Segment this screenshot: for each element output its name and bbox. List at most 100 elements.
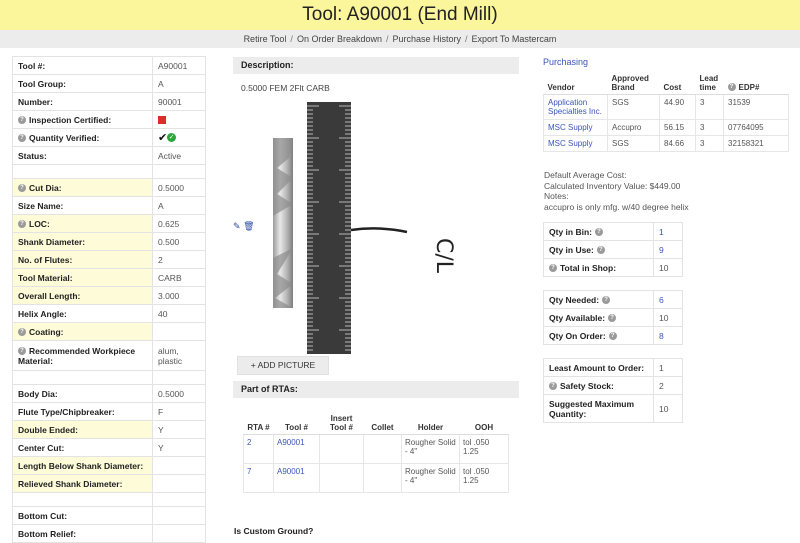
help-icon[interactable]: ? [602, 296, 611, 305]
rta-cell[interactable]: 7 [243, 463, 274, 493]
qty-value-text[interactable]: 1 [659, 227, 664, 237]
qty-row: Qty Available:? 10 [543, 308, 683, 327]
rta-cell: Rougher Solid - 4" [401, 434, 460, 464]
rta-cell: Rougher Solid - 4" [401, 463, 460, 493]
help-icon[interactable]: ? [608, 314, 617, 323]
vendor-cell: SGS [607, 134, 660, 152]
vendor-column-header: Lead time [695, 68, 724, 95]
property-value-text: 3.000 [158, 290, 180, 301]
property-value-text: 0.5000 [158, 182, 184, 193]
rta-column-header: Holder [401, 412, 460, 435]
rta-column-header: Insert Tool # [319, 412, 364, 435]
help-icon[interactable]: ? [608, 332, 617, 341]
rta-cell [319, 434, 364, 464]
qty-row: ? Safety Stock: 2 [543, 376, 683, 395]
property-value: F [152, 402, 206, 421]
nav-link[interactable]: On Order Breakdown [297, 34, 382, 44]
help-icon[interactable]: ? [18, 184, 26, 193]
qty-label-text: Qty in Bin: [549, 226, 592, 237]
property-label: Double Ended: [12, 420, 153, 439]
help-icon[interactable]: ? [727, 83, 736, 92]
vendor-cell[interactable]: MSC Supply [543, 118, 608, 136]
pencil-icon[interactable]: ✎ [233, 221, 241, 231]
property-value-text: 2 [158, 254, 163, 265]
vendor-column-header-text: Vendor [547, 82, 575, 92]
rta-column-header: Collet [363, 412, 402, 435]
qty-value: 10 [653, 308, 683, 327]
property-value: A90001 [152, 56, 206, 75]
property-row: Double Ended: Y [12, 420, 206, 439]
property-label-text: Length Below Shank Diameter: [18, 460, 144, 471]
property-value [152, 456, 206, 475]
nav-separator: / [385, 34, 389, 44]
property-value-text: Y [158, 442, 164, 453]
qty-value[interactable]: 9 [653, 240, 683, 259]
vendor-cell: 31539 [723, 93, 789, 120]
qty-label-text: Safety Stock: [560, 380, 614, 391]
qty-value[interactable]: 8 [653, 326, 683, 345]
verified-check-icon: ✓ [167, 133, 177, 142]
help-icon[interactable]: ? [18, 328, 26, 337]
description-text: 0.5000 FEM 2Flt CARB [241, 83, 330, 93]
qty-value[interactable]: 1 [653, 222, 683, 241]
property-value: 0.625 [152, 214, 206, 233]
add-picture-button[interactable]: + ADD PICTURE [237, 356, 329, 375]
property-row: Status: Active [12, 146, 206, 165]
rta-cell-text[interactable]: 2 [247, 438, 251, 447]
property-label-text: Coating: [29, 326, 64, 337]
property-value-text: 0.500 [158, 236, 180, 247]
property-label: Body Dia: [12, 384, 153, 403]
help-icon[interactable]: ? [549, 264, 557, 273]
property-label-text: Recommended Workpiece Material: [18, 345, 136, 366]
qty-label: Qty Needed:? [543, 290, 654, 309]
trash-icon[interactable]: 🗑 [243, 221, 254, 231]
rta-cell-text[interactable]: A90001 [277, 438, 305, 447]
property-value: CARB [152, 268, 206, 287]
qty-value[interactable]: 6 [653, 290, 683, 309]
qty-value: 2 [653, 376, 683, 395]
vendor-cell[interactable]: MSC Supply [543, 134, 608, 152]
tool-photo: C/L [273, 102, 456, 354]
purchasing-link[interactable]: Purchasing [543, 57, 588, 67]
property-label: ? Recommended Workpiece Material: [12, 340, 153, 371]
property-label-text: LOC: [29, 218, 50, 229]
rta-cell[interactable]: 2 [243, 434, 274, 464]
property-row: Body Dia: 0.5000 [12, 384, 206, 403]
property-row: ? Recommended Workpiece Material: alum, pl… [12, 340, 206, 371]
nav-link[interactable]: Purchase History [393, 34, 462, 44]
nav-link[interactable]: Export To Mastercam [472, 34, 557, 44]
property-label: Tool #: [12, 56, 153, 75]
qty-value-text: 10 [659, 262, 669, 273]
vendor-cell-text: 07764095 [728, 122, 764, 132]
help-icon[interactable]: ? [594, 228, 603, 237]
qty-label: Suggested Maximum Quantity: [543, 394, 654, 423]
vendor-cell: Accupro [607, 118, 660, 136]
help-icon[interactable]: ? [18, 347, 26, 356]
help-icon[interactable]: ? [18, 220, 26, 229]
help-icon[interactable]: ? [18, 116, 26, 125]
help-icon[interactable]: ? [549, 382, 557, 391]
rta-cell[interactable]: A90001 [273, 434, 320, 464]
nav-link[interactable]: Retire Tool [244, 34, 287, 44]
vendor-column-header-text: Lead time [699, 73, 719, 92]
vendor-cell-text[interactable]: MSC Supply [548, 139, 592, 148]
qty-value-text[interactable]: 9 [659, 245, 664, 255]
vendor-cell-text[interactable]: Application Specialties Inc. [548, 98, 602, 116]
rta-cell[interactable]: A90001 [273, 463, 320, 493]
check-icon: ✔ [158, 132, 168, 144]
qty-label-text: Qty Available: [549, 312, 606, 323]
qty-value-text[interactable]: 8 [659, 331, 664, 341]
qty-value-text: 2 [659, 380, 664, 391]
help-icon[interactable]: ? [596, 246, 605, 255]
vendor-cell-text[interactable]: MSC Supply [548, 123, 592, 132]
rta-column-header: Tool # [273, 412, 320, 435]
vendor-cell[interactable]: Application Specialties Inc. [543, 93, 608, 120]
qty-label: Qty in Bin:? [543, 222, 654, 241]
help-icon[interactable]: ? [18, 134, 26, 143]
rta-cell-text[interactable]: A90001 [277, 467, 305, 476]
qty-table-limits: Least Amount to Order: 1? Safety Stock: 2 Su… [543, 358, 683, 423]
property-value: 90001 [152, 92, 206, 111]
vendor-cell: 44.90 [659, 93, 696, 120]
rta-cell-text[interactable]: 7 [247, 467, 251, 476]
qty-value-text[interactable]: 6 [659, 295, 664, 305]
